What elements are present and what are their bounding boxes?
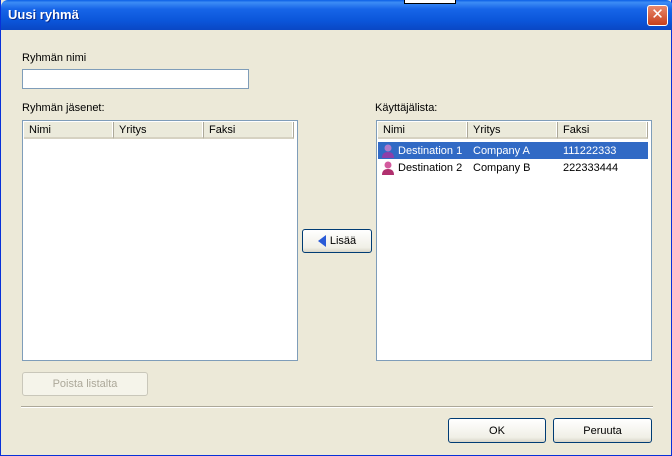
members-col-fax[interactable]: Faksi (204, 122, 294, 139)
ok-button[interactable]: OK (448, 418, 546, 443)
user-icon (382, 161, 394, 175)
titlebar-notch (404, 0, 456, 4)
user-row[interactable]: Destination 2 Company B 222333444 (378, 159, 648, 176)
userlist-col-company[interactable]: Yritys (468, 122, 558, 139)
userlist-col-fax[interactable]: Faksi (558, 122, 648, 139)
user-company: Company A (473, 144, 530, 157)
user-row[interactable]: Destination 1 Company A 111222333 (378, 142, 648, 159)
dialog-window: Uusi ryhmä ✕ Ryhmän nimi Ryhmän jäsenet:… (0, 0, 672, 456)
cancel-button[interactable]: Peruuta (553, 418, 652, 443)
members-label: Ryhmän jäsenet: (22, 102, 105, 114)
close-button[interactable]: ✕ (647, 5, 668, 26)
separator (21, 406, 653, 408)
add-button-label: Lisää (329, 235, 357, 247)
title-bar[interactable]: Uusi ryhmä ✕ (1, 0, 672, 30)
members-list-header: Nimi Yritys Faksi (24, 122, 294, 139)
user-company: Company B (473, 161, 531, 174)
add-button[interactable]: Lisää (302, 229, 372, 253)
user-row-name: Destination 2 (378, 160, 468, 176)
arrow-left-icon (317, 235, 326, 247)
userlist-header: Nimi Yritys Faksi (378, 122, 648, 139)
members-col-name[interactable]: Nimi (24, 122, 114, 139)
user-list[interactable]: Nimi Yritys Faksi Destination 1 Company … (376, 120, 652, 361)
close-icon: ✕ (651, 6, 664, 23)
user-name: Destination 1 (398, 144, 463, 157)
group-name-label: Ryhmän nimi (22, 52, 87, 64)
user-name: Destination 2 (398, 161, 463, 174)
remove-from-list-button[interactable]: Poista listalta (22, 372, 148, 396)
user-row-name: Destination 1 (378, 143, 468, 159)
members-list[interactable]: Nimi Yritys Faksi (22, 120, 298, 361)
user-fax: 222333444 (563, 161, 619, 174)
members-col-company[interactable]: Yritys (114, 122, 204, 139)
window-title: Uusi ryhmä (8, 7, 79, 22)
user-icon (382, 144, 394, 158)
user-fax: 111222333 (563, 144, 617, 157)
userlist-label: Käyttäjälista: (375, 102, 438, 114)
group-name-input[interactable] (22, 69, 249, 89)
userlist-col-name[interactable]: Nimi (378, 122, 468, 139)
